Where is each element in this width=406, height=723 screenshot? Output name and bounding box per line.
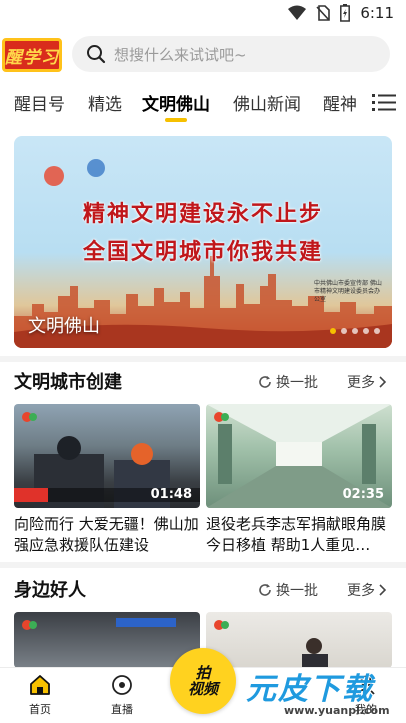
shoot-video-button[interactable]: 拍 视频 — [170, 648, 236, 714]
tab-jingxuan[interactable]: 精选 — [88, 90, 122, 115]
live-icon — [112, 675, 132, 695]
video-title[interactable]: 向险而行 大爱无疆！佛山加强应急救援队伍建设 — [14, 514, 200, 556]
video-thumbnail[interactable]: 01:48 — [14, 404, 200, 508]
person-graphic — [302, 638, 328, 668]
menu-list-icon[interactable] — [372, 92, 396, 112]
banner-caption: 文明佛山 — [28, 316, 100, 337]
refresh-batch-label: 换一批 — [276, 375, 318, 391]
channel-logo-icon — [214, 412, 229, 422]
video-thumbnail[interactable] — [14, 612, 200, 668]
category-tabs: 醒目号 精选 文明佛山 佛山新闻 醒神 — [0, 82, 406, 126]
banner-dot-active — [330, 328, 336, 334]
banner-pagination — [330, 328, 380, 334]
banner-line-1: 精神文明建设永不止步 — [82, 201, 323, 227]
banner-dot — [363, 328, 369, 334]
tab-wenming-foshan[interactable]: 文明佛山 — [142, 90, 210, 115]
video-duration: 01:48 — [150, 487, 192, 502]
more-button[interactable]: 更多 — [347, 580, 387, 600]
app-header: 醒学习 想搜什么来试试吧~ — [0, 30, 406, 76]
more-label: 更多 — [347, 583, 375, 599]
video-card[interactable] — [206, 612, 392, 668]
chevron-right-icon — [379, 376, 387, 388]
video-card[interactable]: 02:35 退役老兵李志军捐献眼角膜今日移植 帮助1人重见… — [206, 404, 392, 556]
watermark-url: www.yuanpi.com — [284, 704, 390, 717]
channel-logo-icon — [22, 412, 37, 422]
active-tab-indicator — [165, 118, 187, 122]
banner-dot — [374, 328, 380, 334]
banner-line-2: 全国文明城市你我共建 — [82, 239, 323, 265]
app-logo[interactable]: 醒学习 — [2, 38, 62, 72]
video-title[interactable]: 退役老兵李志军捐献眼角膜今日移植 帮助1人重见… — [206, 514, 392, 556]
tab-xingmuhao[interactable]: 醒目号 — [14, 90, 65, 115]
banner-dot — [352, 328, 358, 334]
tab-xingshen[interactable]: 醒神 — [323, 90, 357, 115]
battery-icon — [340, 4, 351, 22]
video-card[interactable]: 01:48 向险而行 大爱无疆！佛山加强应急救援队伍建设 — [14, 404, 200, 556]
no-sim-icon — [316, 5, 331, 21]
video-card[interactable] — [14, 612, 200, 668]
video-thumbnail[interactable]: 02:35 — [206, 404, 392, 508]
home-icon — [30, 675, 50, 695]
refresh-icon — [259, 584, 271, 596]
watermark-title: 元皮下载 — [246, 672, 374, 707]
section-divider — [0, 356, 406, 362]
status-time: 6:11 — [360, 4, 394, 22]
nav-home[interactable]: 首页 — [10, 674, 70, 717]
banner-dot — [341, 328, 347, 334]
nav-home-label: 首页 — [29, 703, 51, 716]
search-bar[interactable]: 想搜什么来试试吧~ — [72, 36, 390, 72]
section-divider — [0, 562, 406, 568]
refresh-batch-button[interactable]: 换一批 — [258, 372, 318, 392]
shoot-label-line2: 视频 — [187, 680, 218, 698]
banner-organizer: 中共佛山市委宣传部 佛山市精神文明建设委员会办公室 — [314, 280, 382, 303]
nav-live[interactable]: 直播 — [92, 674, 152, 717]
video-duration: 02:35 — [342, 487, 384, 502]
refresh-batch-button[interactable]: 换一批 — [258, 580, 318, 600]
search-icon — [87, 45, 106, 64]
refresh-batch-label: 换一批 — [276, 583, 318, 599]
more-label: 更多 — [347, 375, 375, 391]
section-title: 身边好人 — [14, 580, 86, 601]
video-thumbnail[interactable] — [206, 612, 392, 668]
status-bar: 6:11 — [0, 0, 406, 30]
more-button[interactable]: 更多 — [347, 372, 387, 392]
section-header-civilized-city: 文明城市创建 换一批 更多 — [0, 366, 406, 396]
nav-live-label: 直播 — [111, 703, 133, 716]
search-placeholder: 想搜什么来试试吧~ — [114, 45, 247, 64]
refresh-icon — [259, 376, 271, 388]
shoot-label-line1: 拍 — [195, 664, 211, 682]
section-header-good-people: 身边好人 换一批 更多 — [0, 574, 406, 604]
video-banner-strip — [116, 618, 176, 627]
logo-text: 醒学习 — [5, 47, 59, 68]
tab-foshan-news[interactable]: 佛山新闻 — [233, 90, 301, 115]
section-title: 文明城市创建 — [14, 372, 122, 393]
wifi-icon — [288, 5, 307, 20]
hero-banner[interactable]: 精神文明建设永不止步 全国文明城市你我共建 中共佛山市委宣传部 佛山市精神文明建… — [14, 136, 392, 348]
chevron-right-icon — [379, 584, 387, 596]
site-watermark: 元皮下载 www.yuanpi.com — [246, 664, 396, 720]
